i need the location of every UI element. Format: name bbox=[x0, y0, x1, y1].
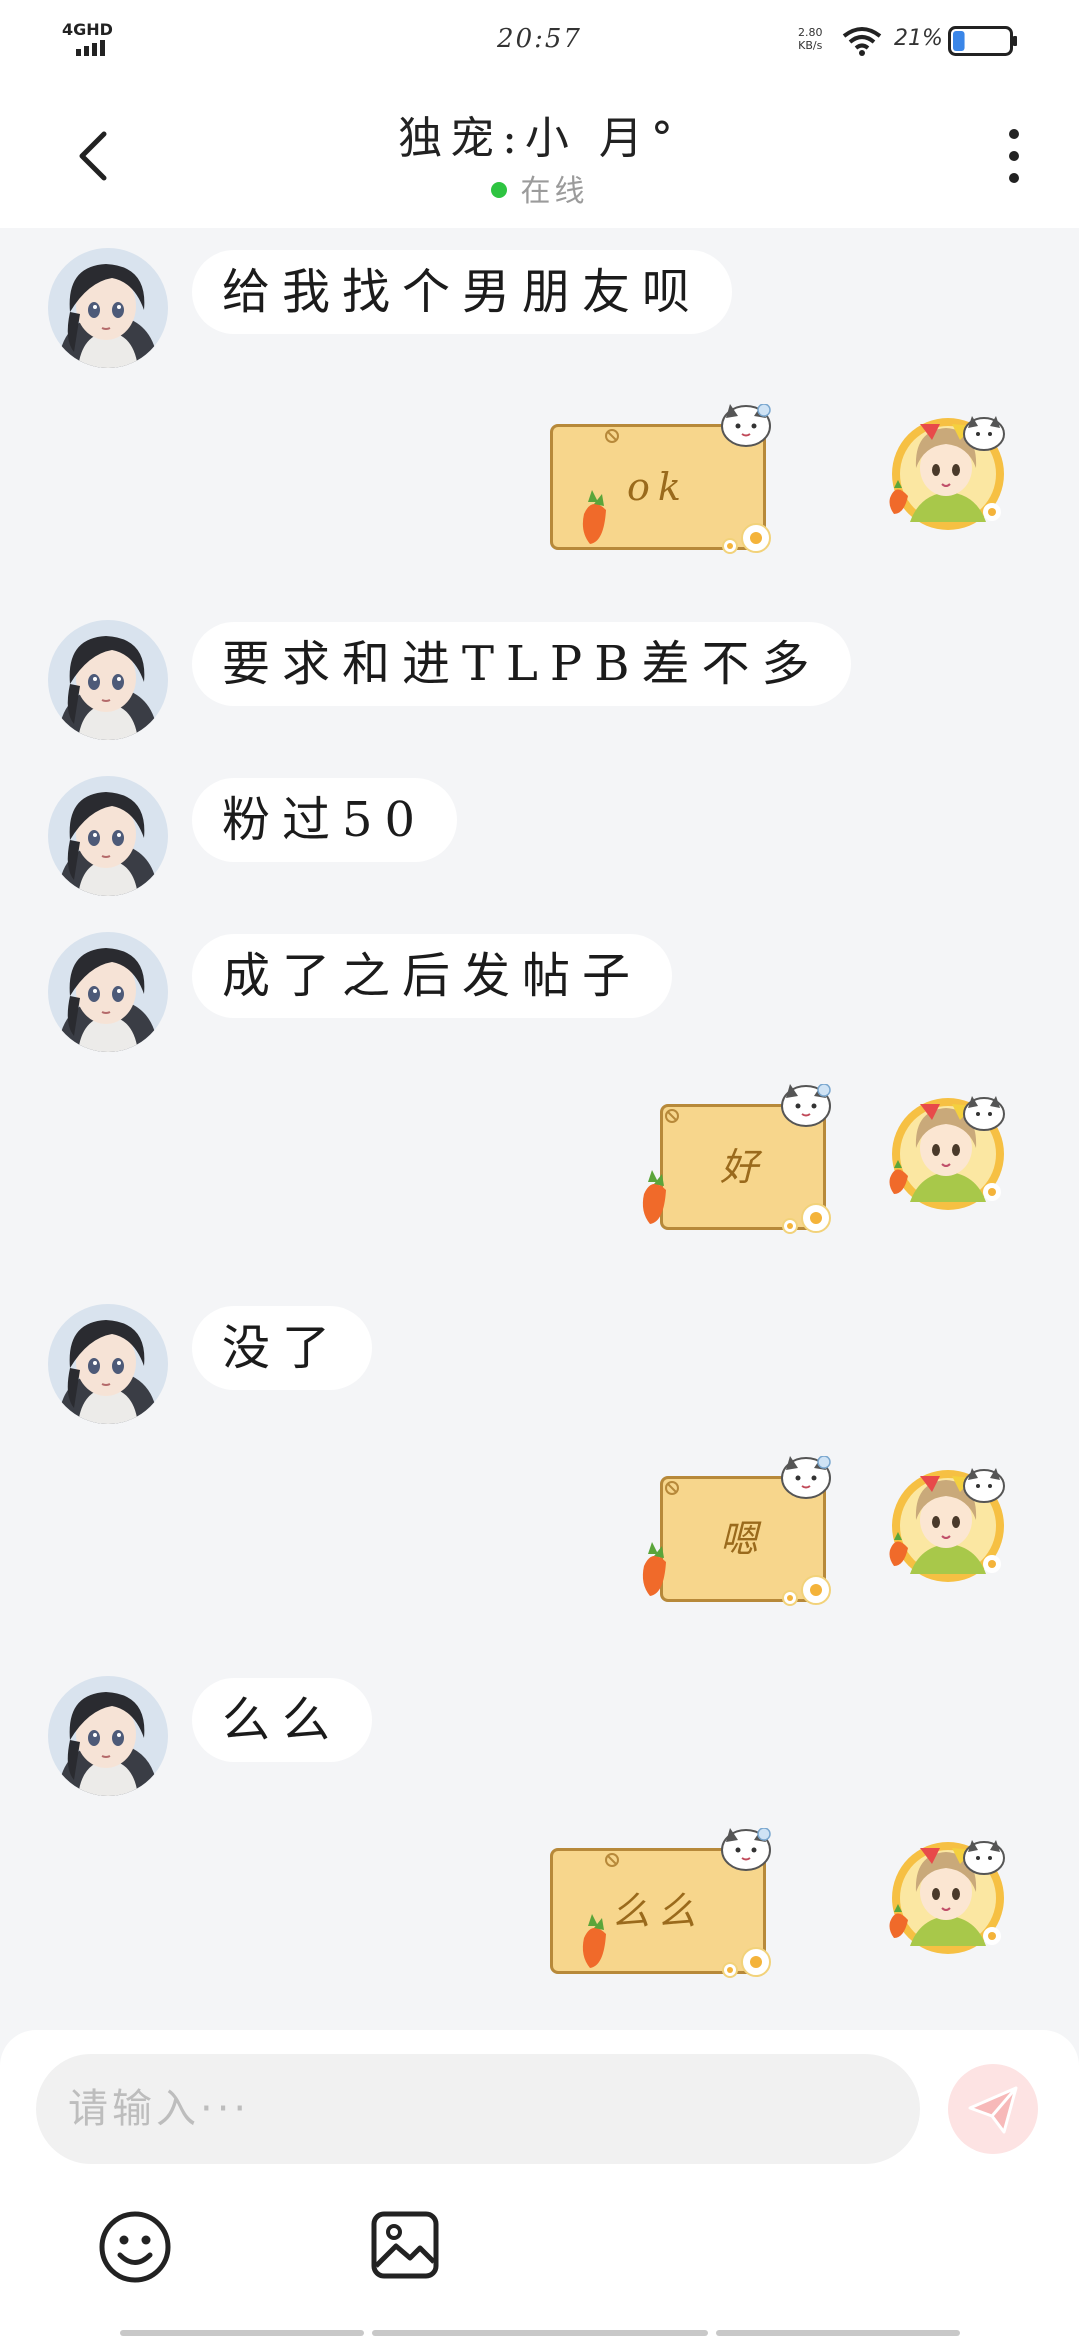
sticker-text: 嗯 bbox=[719, 1517, 766, 1561]
self-avatar[interactable] bbox=[880, 1826, 1020, 1966]
more-options-icon[interactable] bbox=[996, 124, 1032, 188]
outgoing-sticker[interactable]: 么么 bbox=[520, 1828, 780, 1978]
online-status-label: 在线 bbox=[520, 174, 589, 209]
incoming-message-bubble[interactable]: 成了之后发帖子 bbox=[192, 934, 673, 1018]
nav-bar-segment bbox=[716, 2330, 960, 2336]
smiley-icon[interactable] bbox=[98, 2210, 172, 2284]
sticker-text: ok bbox=[627, 465, 689, 509]
self-avatar[interactable] bbox=[880, 1454, 1020, 1594]
nav-bar-segment bbox=[372, 2330, 708, 2336]
paper-plane-icon bbox=[968, 2086, 1018, 2134]
incoming-message-bubble[interactable]: 要求和进TLPB差不多 bbox=[192, 622, 852, 706]
send-button[interactable] bbox=[948, 2064, 1038, 2154]
contact-avatar[interactable] bbox=[48, 248, 168, 368]
network-rate-value: 2.80 bbox=[798, 26, 823, 39]
self-avatar[interactable] bbox=[880, 1082, 1020, 1222]
message-input[interactable] bbox=[36, 2054, 920, 2164]
battery-icon bbox=[948, 26, 1017, 56]
chat-title: 独宠:小 月° bbox=[398, 113, 681, 164]
contact-avatar[interactable] bbox=[48, 620, 168, 740]
contact-avatar[interactable] bbox=[48, 932, 168, 1052]
incoming-message-bubble[interactable]: 给我找个男朋友呗 bbox=[192, 250, 733, 334]
sticker-text: 好 bbox=[719, 1145, 766, 1189]
status-bar: 4GHD 20:57 2.80 KB/s 21% bbox=[0, 0, 1079, 80]
online-dot-icon bbox=[490, 181, 507, 198]
incoming-message-bubble[interactable]: 没了 bbox=[192, 1306, 373, 1390]
self-avatar[interactable] bbox=[880, 402, 1020, 542]
sticker-text: 么么 bbox=[611, 1889, 704, 1933]
wifi-icon bbox=[842, 27, 882, 56]
incoming-message-bubble[interactable]: 么么 bbox=[192, 1678, 373, 1762]
outgoing-sticker[interactable]: 好 bbox=[630, 1084, 840, 1234]
contact-avatar[interactable] bbox=[48, 1304, 168, 1424]
outgoing-sticker[interactable]: ok bbox=[520, 404, 780, 554]
image-icon[interactable] bbox=[370, 2210, 440, 2280]
chat-header: 独宠:小 月° 在线 bbox=[0, 80, 1079, 228]
network-rate: 2.80 KB/s bbox=[798, 26, 823, 52]
outgoing-sticker[interactable]: 嗯 bbox=[630, 1456, 840, 1606]
battery-percent: 21% bbox=[894, 26, 943, 51]
incoming-message-bubble[interactable]: 粉过50 bbox=[192, 778, 458, 862]
online-status: 在线 bbox=[0, 166, 1079, 210]
contact-avatar[interactable] bbox=[48, 776, 168, 896]
network-rate-unit: KB/s bbox=[798, 39, 823, 52]
contact-avatar[interactable] bbox=[48, 1676, 168, 1796]
nav-bar-segment bbox=[120, 2330, 364, 2336]
composer bbox=[0, 2030, 1079, 2339]
